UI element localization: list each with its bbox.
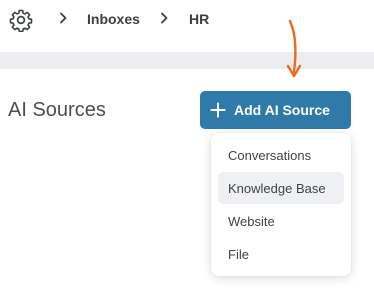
chevron-right-icon — [161, 12, 168, 24]
menu-item-file[interactable]: File — [218, 238, 344, 270]
header-divider-strip — [0, 52, 374, 69]
gear-icon[interactable] — [9, 8, 33, 32]
breadcrumb-item-hr[interactable]: HR — [189, 10, 209, 28]
page: Inboxes HR AI Sources Add AI Source Conv… — [0, 0, 374, 301]
add-ai-source-label: Add AI Source — [234, 102, 330, 118]
add-ai-source-button[interactable]: Add AI Source — [200, 91, 351, 129]
plus-icon — [210, 102, 226, 118]
ai-source-dropdown-menu: Conversations Knowledge Base Website Fil… — [211, 133, 351, 276]
menu-item-knowledge-base[interactable]: Knowledge Base — [218, 172, 344, 204]
menu-item-website[interactable]: Website — [218, 205, 344, 237]
breadcrumb-item-inboxes[interactable]: Inboxes — [87, 10, 140, 28]
chevron-right-icon — [60, 12, 67, 24]
menu-item-conversations[interactable]: Conversations — [218, 139, 344, 171]
page-title: AI Sources — [8, 99, 106, 121]
annotation-arrow-icon — [286, 19, 302, 78]
breadcrumb: Inboxes HR — [0, 0, 374, 52]
